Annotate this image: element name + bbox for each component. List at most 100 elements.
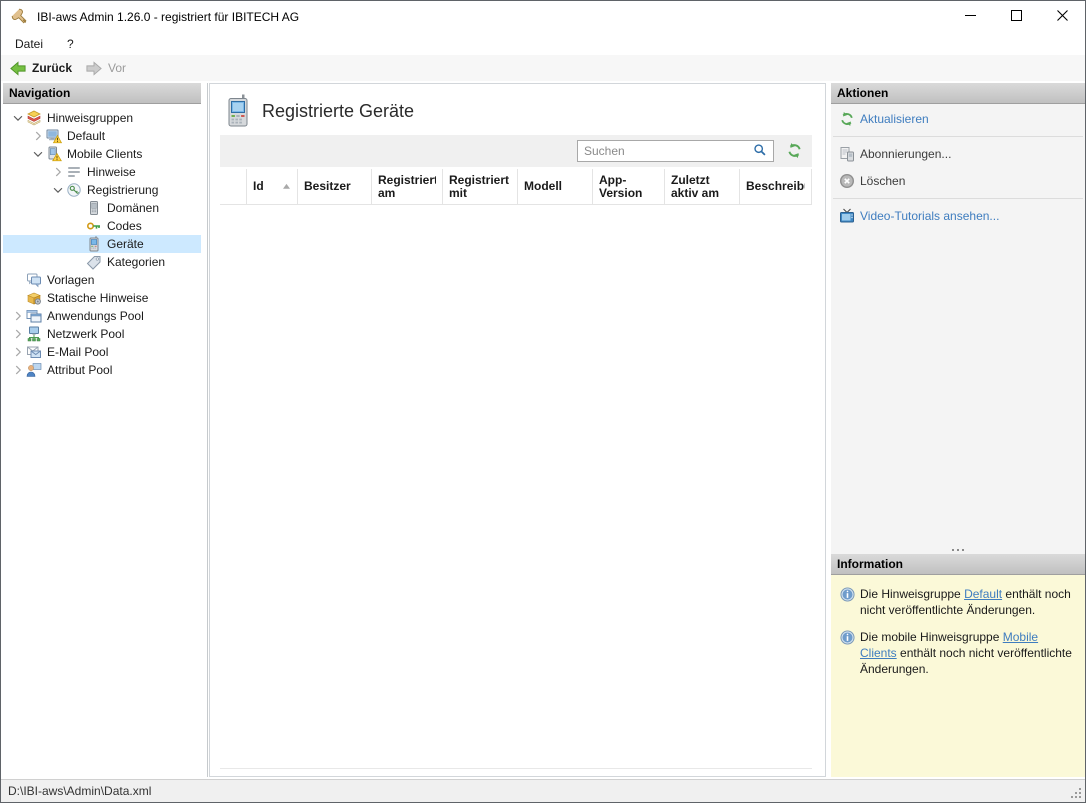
refresh-icon xyxy=(839,111,855,127)
actions-header: Aktionen xyxy=(831,83,1085,104)
chevron-right-icon[interactable] xyxy=(9,344,26,360)
search-input[interactable] xyxy=(578,144,747,158)
video-icon xyxy=(839,208,855,224)
info-item: Die mobile Hinweisgruppe Mobile Clients … xyxy=(831,618,1085,677)
column-header-beschreibung[interactable]: Beschreibung xyxy=(740,169,812,204)
tree-indent xyxy=(69,254,86,270)
forward-button[interactable]: Vor xyxy=(80,57,131,79)
tree-item-label: Vorlagen xyxy=(47,273,94,287)
chevron-down-icon[interactable] xyxy=(29,146,46,162)
tree-item-label: Default xyxy=(67,129,105,143)
maximize-button[interactable] xyxy=(993,1,1039,32)
chevron-right-icon[interactable] xyxy=(9,362,26,378)
back-button[interactable]: Zurück xyxy=(4,57,77,79)
content-panel: Registrierte Geräte IdBesitzerRegistrier… xyxy=(209,83,826,777)
registrierung-icon xyxy=(66,182,82,198)
tree-item-mobile-clients[interactable]: Mobile Clients xyxy=(3,145,201,163)
column-header-modell[interactable]: Modell xyxy=(518,169,593,204)
column-header-app-version[interactable]: App-Version xyxy=(593,169,665,204)
action-label: Löschen xyxy=(860,174,905,188)
tree-item-kategorien[interactable]: Kategorien xyxy=(3,253,201,271)
tree-item-statische-hinweise[interactable]: Statische Hinweise xyxy=(3,289,201,307)
tree-item-hinweise[interactable]: Hinweise xyxy=(3,163,201,181)
tree-indent xyxy=(69,200,86,216)
tree-item-vorlagen[interactable]: Vorlagen xyxy=(3,271,201,289)
link-default[interactable]: Default xyxy=(964,587,1002,601)
domaenen-icon xyxy=(86,200,102,216)
menu-item-datei[interactable]: Datei xyxy=(5,35,53,53)
resize-grip[interactable] xyxy=(1070,787,1082,799)
statusbar: D:\IBI-aws\Admin\Data.xml xyxy=(1,779,1085,802)
tree-item-label: Geräte xyxy=(107,237,144,251)
information-panel: Information Die Hinweisgruppe Default en… xyxy=(831,554,1085,777)
chevron-down-icon[interactable] xyxy=(49,182,66,198)
navigation-header: Navigation xyxy=(3,83,201,104)
titlebar: IBI-aws Admin 1.26.0 - registriert für I… xyxy=(1,1,1085,32)
column-header-registriert-mit[interactable]: Registriert mit xyxy=(443,169,518,204)
info-text-prefix: Die Hinweisgruppe xyxy=(860,587,964,601)
action-abonnierungen[interactable]: Abonnierungen... xyxy=(831,142,1085,166)
column-header-besitzer[interactable]: Besitzer xyxy=(298,169,372,204)
app-logo-icon xyxy=(10,7,30,27)
tree-item-anwendungs-pool[interactable]: Anwendungs Pool xyxy=(3,307,201,325)
horizontal-splitter[interactable] xyxy=(831,546,1085,554)
statusbar-text: D:\IBI-aws\Admin\Data.xml xyxy=(8,784,151,798)
chevron-right-icon[interactable] xyxy=(29,128,46,144)
column-header-zuletzt-aktiv-am[interactable]: Zuletzt aktiv am xyxy=(665,169,740,204)
tree-item-default[interactable]: Default xyxy=(3,127,201,145)
email-pool-icon xyxy=(26,344,42,360)
info-message: Die Hinweisgruppe Default enthält noch n… xyxy=(860,586,1077,618)
tree-item-ger-te[interactable]: Geräte xyxy=(3,235,201,253)
tree-item-hinweisgruppen[interactable]: Hinweisgruppen xyxy=(3,109,201,127)
chevron-right-icon[interactable] xyxy=(9,326,26,342)
tree-item-codes[interactable]: Codes xyxy=(3,217,201,235)
delete-icon xyxy=(839,173,855,189)
column-header-registriert-am[interactable]: Registriert am xyxy=(372,169,443,204)
tree-indent xyxy=(69,218,86,234)
tree-item-label: Statische Hinweise xyxy=(47,291,148,305)
table-header: IdBesitzerRegistriert amRegistriert mit M… xyxy=(220,169,812,205)
tree-item-label: Hinweisgruppen xyxy=(47,111,133,125)
tree-item-label: Registrierung xyxy=(87,183,158,197)
menu-item-help[interactable]: ? xyxy=(57,35,84,53)
chevron-right-icon[interactable] xyxy=(49,164,66,180)
table-body[interactable] xyxy=(220,205,812,769)
geraete-icon xyxy=(86,236,102,252)
tree-item-label: Attribut Pool xyxy=(47,363,112,377)
refresh-button[interactable] xyxy=(786,142,803,159)
tree-item-registrierung[interactable]: Registrierung xyxy=(3,181,201,199)
chevron-right-icon[interactable] xyxy=(9,308,26,324)
tree-item-label: Kategorien xyxy=(107,255,165,269)
page-title: Registrierte Geräte xyxy=(262,101,414,122)
tree-item-attribut-pool[interactable]: Attribut Pool xyxy=(3,361,201,379)
action-video-tutorials-ansehen[interactable]: Video-Tutorials ansehen... xyxy=(831,204,1085,228)
search-button[interactable] xyxy=(747,141,773,161)
back-arrow-icon xyxy=(9,60,27,77)
action-l-schen[interactable]: Löschen xyxy=(831,169,1085,193)
tree-indent xyxy=(69,236,86,252)
action-label: Aktualisieren xyxy=(860,112,929,126)
tree-item-e-mail-pool[interactable]: E-Mail Pool xyxy=(3,343,201,361)
toolbar: Zurück Vor xyxy=(1,55,1085,81)
vertical-splitter[interactable] xyxy=(207,83,208,777)
minimize-button[interactable] xyxy=(947,1,993,32)
tree-item-netzwerk-pool[interactable]: Netzwerk Pool xyxy=(3,325,201,343)
chevron-down-icon[interactable] xyxy=(9,110,26,126)
column-header-label: Modell xyxy=(524,180,562,193)
minimize-icon xyxy=(965,10,976,24)
statische-hinweise-icon xyxy=(26,290,42,306)
action-aktualisieren[interactable]: Aktualisieren xyxy=(831,107,1085,131)
actions-list: Aktualisieren Abonnierungen... Löschen Vide… xyxy=(831,107,1085,228)
actions-header-label: Aktionen xyxy=(837,86,888,100)
info-text-prefix: Die mobile Hinweisgruppe xyxy=(860,630,1003,644)
column-header-row-selector[interactable] xyxy=(220,169,247,204)
close-button[interactable] xyxy=(1039,1,1085,32)
action-label: Video-Tutorials ansehen... xyxy=(860,209,999,223)
maximize-icon xyxy=(1011,10,1022,24)
info-icon xyxy=(840,630,855,645)
column-header-id[interactable]: Id xyxy=(247,169,298,204)
tree-item-label: Codes xyxy=(107,219,142,233)
subscriptions-icon xyxy=(839,146,855,162)
tree-item-dom-nen[interactable]: Domänen xyxy=(3,199,201,217)
tree-item-label: Netzwerk Pool xyxy=(47,327,124,341)
